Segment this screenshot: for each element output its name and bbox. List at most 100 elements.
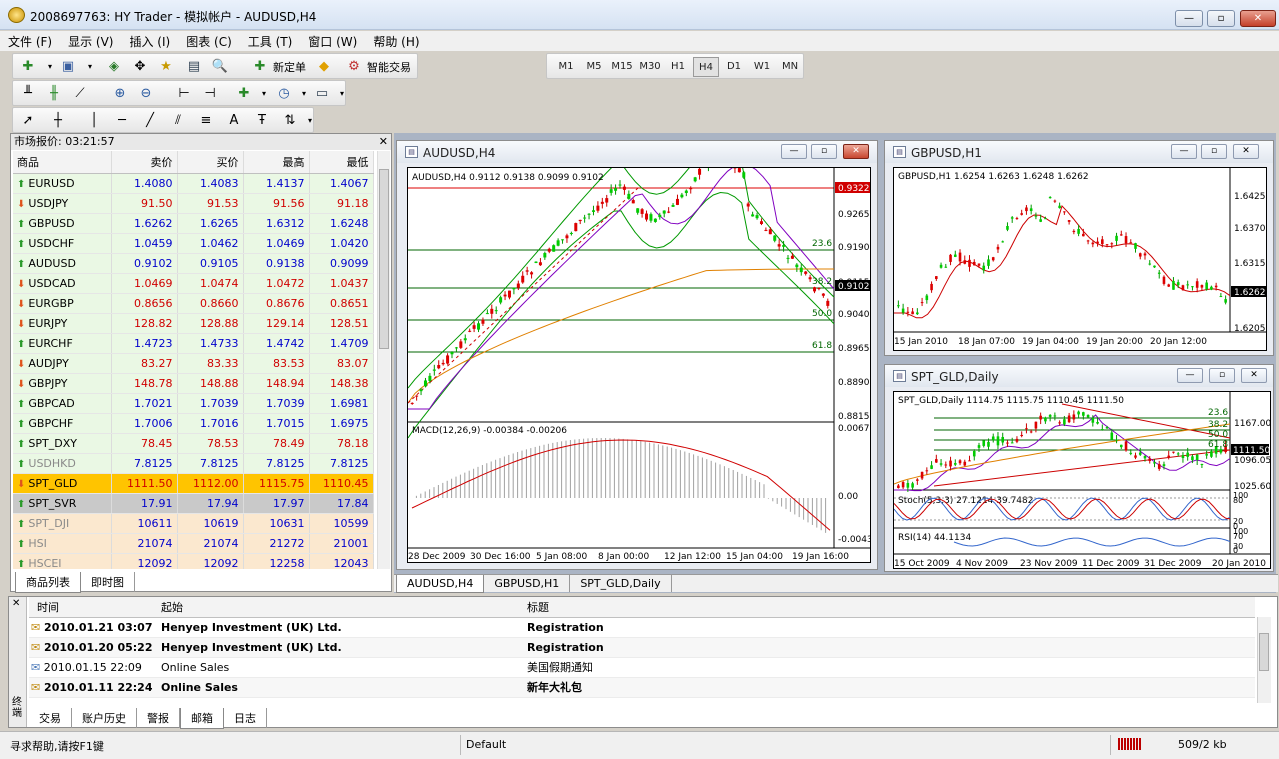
menu-charts[interactable]: 图表 (C): [178, 31, 240, 52]
tf-h1[interactable]: H1: [665, 57, 691, 77]
tab-tick-chart[interactable]: 即时图: [81, 572, 135, 592]
metaeditor-icon[interactable]: ◆: [313, 57, 335, 77]
col-from[interactable]: 起始: [159, 597, 525, 618]
equidistant-channel-icon[interactable]: ⫽: [167, 111, 189, 131]
market-watch-row[interactable]: ⬇ SPT_GLD 1111.50 1112.00 1115.75 1110.45: [13, 473, 374, 494]
arrows-icon[interactable]: ⇅: [279, 111, 301, 131]
market-watch-row[interactable]: ⬆ HSI 21074 21074 21272 21001: [13, 533, 374, 554]
terminal-icon[interactable]: ▤: [183, 57, 205, 77]
tab-journal[interactable]: 日志: [224, 708, 267, 728]
new-order-button[interactable]: 新定单: [273, 59, 306, 75]
gld-close-button[interactable]: ✕: [1241, 368, 1267, 383]
gbpusd-chart-area[interactable]: GBPUSD,H1 1.6254 1.6263 1.6248 1.6262 1.6…: [893, 167, 1267, 351]
maximize-button[interactable]: ▫: [1207, 10, 1235, 27]
menu-tools[interactable]: 工具 (T): [240, 31, 301, 52]
market-watch-row[interactable]: ⬇ EURGBP 0.8656 0.8660 0.8676 0.8651: [13, 293, 374, 314]
fibonacci-icon[interactable]: ≡: [195, 111, 217, 131]
gbpusd-close-button[interactable]: ✕: [1233, 144, 1259, 159]
market-watch-row[interactable]: ⬆ GBPCAD 1.7021 1.7039 1.7039 1.6981: [13, 393, 374, 414]
tf-m15[interactable]: M15: [609, 57, 635, 77]
gbpusd-minimize-button[interactable]: —: [1171, 144, 1197, 159]
tf-m1[interactable]: M1: [553, 57, 579, 77]
market-watch-row[interactable]: ⬇ AUDJPY 83.27 83.33 83.53 83.07: [13, 353, 374, 374]
profiles-icon[interactable]: ▣: [57, 57, 79, 77]
chart-tab-gld[interactable]: SPT_GLD,Daily: [570, 575, 672, 592]
terminal-scrollbar[interactable]: [1257, 617, 1271, 703]
market-watch-icon[interactable]: ◈: [103, 57, 125, 77]
tf-m30[interactable]: M30: [637, 57, 663, 77]
expert-advisors-icon[interactable]: ⚙: [343, 57, 365, 77]
tab-account-history[interactable]: 账户历史: [72, 708, 137, 728]
audusd-chart-area[interactable]: AUDUSD,H4 0.9112 0.9138 0.9099 0.9102 0.9…: [407, 167, 871, 563]
market-watch-row[interactable]: ⬆ SPT_DJI 10611 10619 10631 10599: [13, 513, 374, 534]
tf-m5[interactable]: M5: [581, 57, 607, 77]
periods-clock-icon[interactable]: ◷: [273, 84, 295, 104]
col-time[interactable]: 时间: [29, 597, 159, 618]
zoom-out-icon[interactable]: ⊖: [135, 84, 157, 104]
market-watch-row[interactable]: ⬇ EURJPY 128.82 128.88 129.14 128.51: [13, 313, 374, 334]
expert-advisors-button[interactable]: 智能交易: [367, 59, 411, 75]
templates-icon[interactable]: ▭: [311, 84, 333, 104]
audusd-minimize-button[interactable]: —: [781, 144, 807, 159]
bar-chart-icon[interactable]: ╨: [17, 84, 39, 104]
tf-h4[interactable]: H4: [693, 57, 719, 77]
market-watch-row[interactable]: ⬆ EURUSD 1.4080 1.4083 1.4137 1.4067: [13, 173, 374, 194]
close-panel-icon[interactable]: ✕: [379, 135, 388, 148]
market-watch-row[interactable]: ⬆ USDCHF 1.0459 1.0462 1.0469 1.0420: [13, 233, 374, 254]
candlestick-icon[interactable]: ╫: [43, 84, 65, 104]
text-tool-icon[interactable]: A: [223, 111, 245, 131]
col-subject[interactable]: 标题: [525, 597, 1255, 618]
market-watch-row[interactable]: ⬇ USDJPY 91.50 91.53 91.56 91.18: [13, 193, 374, 214]
zoom-in-icon[interactable]: ⊕: [109, 84, 131, 104]
tab-mailbox[interactable]: 邮箱: [180, 708, 224, 729]
mw-col-header[interactable]: 最低: [309, 151, 374, 174]
chart-tab-audusd[interactable]: AUDUSD,H4: [396, 575, 485, 593]
navigator-icon[interactable]: ✥: [129, 57, 151, 77]
terminal-close-icon[interactable]: ✕: [12, 598, 20, 609]
mw-col-header[interactable]: 商品: [13, 151, 112, 174]
gld-maximize-button[interactable]: ▫: [1209, 368, 1235, 383]
tester-icon[interactable]: 🔍: [209, 57, 231, 77]
autoscroll-icon[interactable]: ⊣: [199, 84, 221, 104]
tab-symbols[interactable]: 商品列表: [15, 572, 81, 593]
audusd-maximize-button[interactable]: ▫: [811, 144, 837, 159]
market-watch-row[interactable]: ⬆ SPT_DXY 78.45 78.53 78.49 78.18: [13, 433, 374, 454]
tf-w1[interactable]: W1: [749, 57, 775, 77]
tab-alerts[interactable]: 警报: [137, 708, 180, 728]
new-order-icon[interactable]: ✚: [249, 57, 271, 77]
market-watch-row[interactable]: ⬆ GBPUSD 1.6262 1.6265 1.6312 1.6248: [13, 213, 374, 234]
crosshair-icon[interactable]: ┼: [47, 111, 69, 131]
minimize-button[interactable]: —: [1175, 10, 1203, 27]
data-window-icon[interactable]: ★: [155, 57, 177, 77]
line-chart-icon[interactable]: ⟋: [69, 84, 91, 104]
horizontal-line-icon[interactable]: ─: [111, 111, 133, 131]
market-watch-row[interactable]: ⬆ EURCHF 1.4723 1.4733 1.4742 1.4709: [13, 333, 374, 354]
market-watch-row[interactable]: ⬇ GBPJPY 148.78 148.88 148.94 148.38: [13, 373, 374, 394]
mw-col-header[interactable]: 卖价: [111, 151, 178, 174]
tf-mn[interactable]: MN: [777, 57, 803, 77]
market-watch-row[interactable]: ⬆ HSCEI 12092 12092 12258 12043: [13, 553, 374, 569]
gbpusd-maximize-button[interactable]: ▫: [1201, 144, 1227, 159]
tab-trade[interactable]: 交易: [29, 708, 72, 728]
tf-d1[interactable]: D1: [721, 57, 747, 77]
gld-chart-area[interactable]: SPT_GLD,Daily 1114.75 1115.75 1110.45 11…: [893, 391, 1271, 569]
menu-help[interactable]: 帮助 (H): [365, 31, 427, 52]
audusd-close-button[interactable]: ✕: [843, 144, 869, 159]
market-watch-row[interactable]: ⬆ GBPCHF 1.7006 1.7016 1.7015 1.6975: [13, 413, 374, 434]
mw-col-header[interactable]: 买价: [177, 151, 244, 174]
mail-row[interactable]: ✉ 2010.01.15 22:09 Online Sales 美国假期通知: [29, 657, 1255, 678]
close-button[interactable]: ✕: [1240, 10, 1276, 27]
menu-view[interactable]: 显示 (V): [60, 31, 121, 52]
indicators-icon[interactable]: ✚: [233, 84, 255, 104]
market-watch-row[interactable]: ⬇ USDCAD 1.0469 1.0474 1.0472 1.0437: [13, 273, 374, 294]
mail-row[interactable]: ✉ 2010.01.11 22:24 Online Sales 新年大礼包: [29, 677, 1255, 698]
market-watch-row[interactable]: ⬆ USDHKD 7.8125 7.8125 7.8125 7.8125: [13, 453, 374, 474]
menu-file[interactable]: 文件 (F): [0, 31, 60, 52]
market-watch-row[interactable]: ⬆ AUDUSD 0.9102 0.9105 0.9138 0.9099: [13, 253, 374, 274]
text-label-icon[interactable]: Ŧ: [251, 111, 273, 131]
menu-insert[interactable]: 插入 (I): [121, 31, 178, 52]
mw-col-header[interactable]: 最高: [243, 151, 310, 174]
menu-window[interactable]: 窗口 (W): [300, 31, 365, 52]
new-chart-icon[interactable]: ✚: [17, 57, 39, 77]
chart-shift-icon[interactable]: ⊢: [173, 84, 195, 104]
